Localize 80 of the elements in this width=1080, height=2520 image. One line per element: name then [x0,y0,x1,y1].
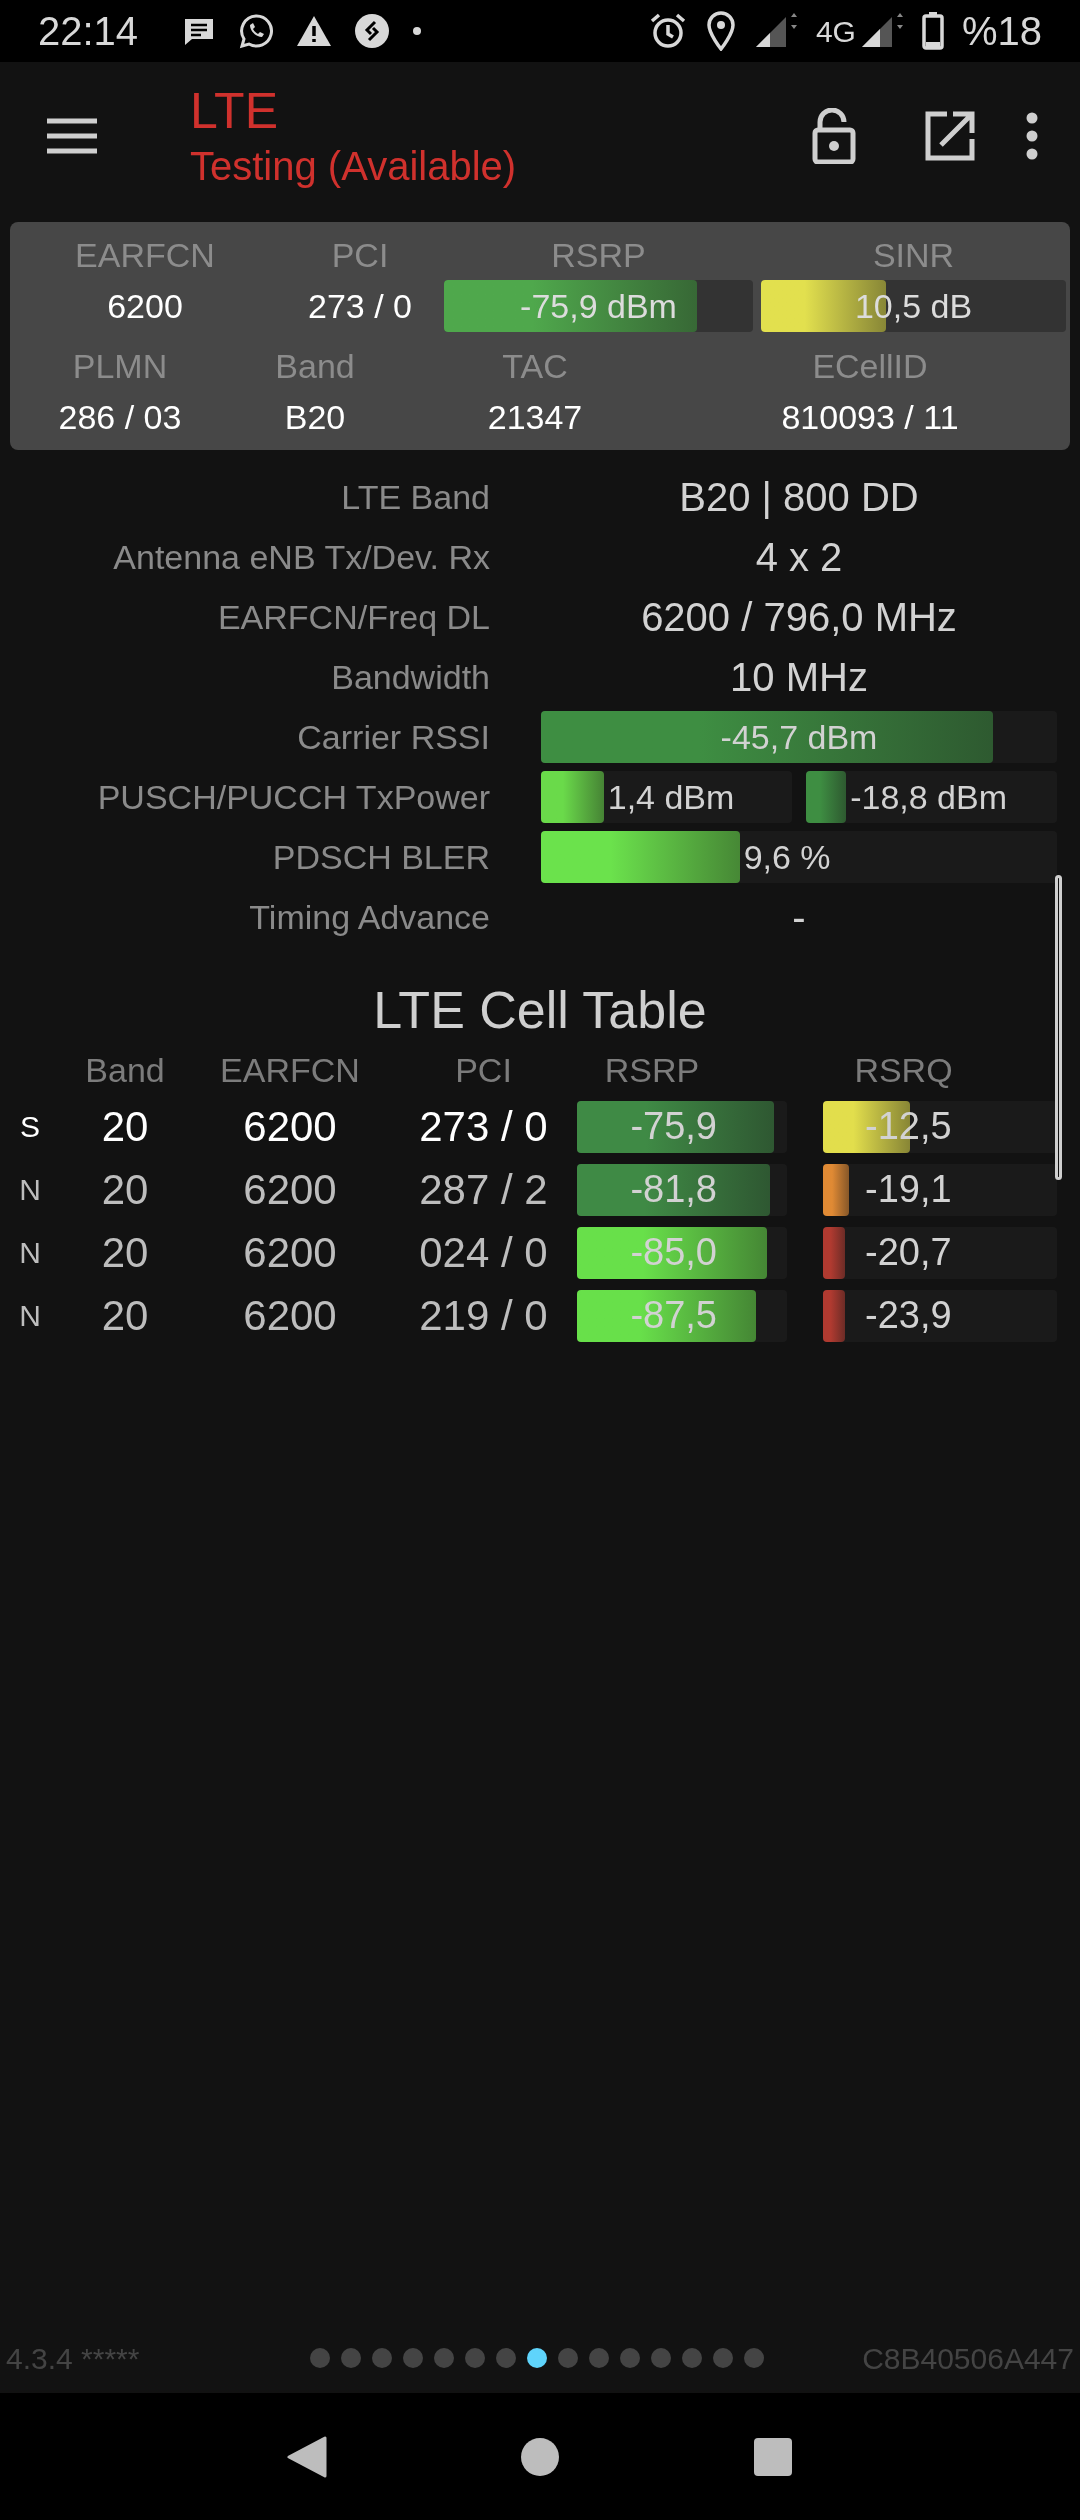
cell-value: -81,8 [630,1167,717,1212]
scrollbar[interactable] [1055,875,1062,1180]
table-cell-text: 273 / 0 [419,1102,548,1152]
column-header: RSRP [604,1050,700,1091]
row-label: LTE Band [341,476,490,518]
meter-value: -18,8 dBm [850,776,1007,818]
cell-value: -75,9 [630,1104,717,1149]
meter-value: -75,9 dBm [520,285,677,327]
battery-percent: %18 [961,8,1042,55]
field-label: PLMN [72,346,168,387]
row-value: 10 MHz [730,654,868,701]
table-cell-text: 6200 [243,1102,337,1152]
field-value: 21347 [487,397,583,438]
row-value: 6200 / 796,0 MHz [641,594,957,641]
row-value: - [792,894,806,941]
warning-icon [296,15,333,47]
column-header: EARFCN [220,1050,360,1091]
recents-icon[interactable] [753,2436,794,2477]
row-value: 4 x 2 [755,534,843,581]
row-label: PDSCH BLER [272,836,490,878]
field-value: 273 / 0 [308,285,412,327]
cell-value: -87,5 [630,1293,717,1338]
meter-value: -45,7 dBm [720,716,878,758]
menu-icon [47,118,97,154]
cell-type: N [19,1172,41,1208]
location-pin-icon [705,11,736,51]
row-label: EARFCN/Freq DL [217,596,490,638]
field-label: SINR [872,235,955,276]
table-cell-text: 20 [101,1291,149,1341]
table-cell-text: 20 [101,1165,149,1215]
row-label: Timing Advance [249,896,490,938]
row-label: Bandwidth [331,656,490,698]
table-cell-text: 6200 [243,1228,337,1278]
table-cell-text: 6200 [243,1165,337,1215]
dot-icon [412,26,423,36]
field-value: 810093 / 11 [781,397,959,438]
cell-value: -85,0 [630,1230,717,1275]
field-value: 6200 [107,285,183,327]
home-icon[interactable] [520,2436,560,2477]
meter-value: 1,4 dBm [607,776,735,818]
chat-bubble-icon [238,13,275,49]
meter-value: 9,6 % [743,836,831,878]
table-cell-text: 219 / 0 [419,1291,548,1341]
table-cell-text: 6200 [243,1291,337,1341]
cell-type: S [20,1109,40,1145]
app-title: LTE [190,82,279,141]
cell-type: N [19,1235,41,1271]
field-label: Band [275,346,355,387]
back-icon[interactable] [286,2435,327,2478]
column-header: PCI [455,1050,512,1091]
field-label: TAC [502,346,568,387]
swirl-icon [354,13,391,49]
field-label: PCI [331,235,389,276]
table-cell-text: 20 [101,1102,149,1152]
field-label: ECellID [812,346,928,387]
field-label: EARFCN [75,235,215,276]
status-time: 22:14 [38,8,139,55]
cell-value: -20,7 [865,1230,952,1275]
open-external-icon [925,111,975,161]
more-options-icon [1026,112,1038,160]
app-subtitle: Testing (Available) [190,143,517,190]
battery-icon [921,12,944,50]
row-label: Carrier RSSI [297,716,490,758]
field-value: B20 [284,397,346,438]
row-value: B20 | 800 DD [679,474,919,521]
column-header: RSRQ [854,1050,953,1091]
table-cell-text: 287 / 2 [419,1165,548,1215]
column-header: Band [85,1050,165,1091]
field-label: RSRP [551,235,646,276]
cell-value: -19,1 [865,1167,952,1212]
network-type: 4G [815,13,856,50]
table-cell-text: 20 [101,1228,149,1278]
table-title: LTE Cell Table [373,980,707,1041]
cell-value: -23,9 [865,1293,952,1338]
field-value: 286 / 03 [58,397,182,438]
table-cell-text: 024 / 0 [419,1228,548,1278]
padlock-icon [812,108,856,164]
cell-type: N [19,1298,41,1334]
row-label: Antenna eNB Tx/Dev. Rx [113,536,490,578]
row-label: PUSCH/PUCCH TxPower [97,776,490,818]
